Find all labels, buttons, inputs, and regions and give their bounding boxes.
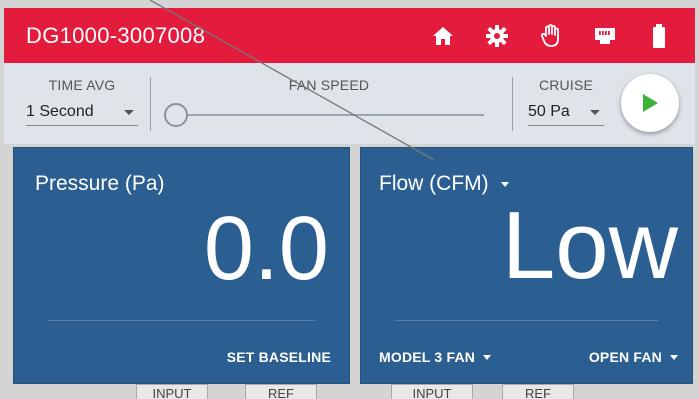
divider — [150, 77, 151, 131]
pressure-value: 0.0 — [203, 199, 329, 299]
fan-model-label: MODEL 3 FAN — [379, 349, 476, 365]
home-icon[interactable] — [431, 24, 455, 48]
cruise-label: CRUISE — [538, 77, 594, 93]
cruise-dropdown[interactable]: 50 Pa — [528, 103, 604, 126]
flow-value: Low — [501, 192, 678, 299]
gear-icon[interactable] — [485, 24, 509, 48]
pressure-panel: Pressure (Pa) 0.0 SET BASELINE — [13, 147, 350, 384]
ethernet-icon — [593, 24, 617, 48]
battery-icon — [647, 23, 671, 48]
tab-input-left[interactable]: INPUT — [136, 384, 208, 399]
header-icons — [431, 23, 671, 48]
chevron-down-icon — [483, 354, 492, 360]
fan-speed-label: FAN SPEED — [288, 77, 370, 93]
cruise-control: CRUISE 50 Pa — [528, 77, 604, 126]
time-avg-dropdown[interactable]: 1 Second — [26, 103, 138, 126]
set-baseline-button[interactable]: SET BASELINE — [227, 349, 331, 365]
chevron-down-icon — [590, 109, 600, 115]
pressure-title: Pressure (Pa) — [35, 172, 165, 196]
play-button[interactable] — [621, 74, 679, 132]
app-header: DG1000-3007008 — [4, 8, 695, 63]
fan-model-dropdown[interactable]: MODEL 3 FAN — [379, 349, 492, 365]
fan-speed-control: FAN SPEED — [164, 77, 494, 93]
slider-track — [178, 114, 484, 116]
chevron-down-icon — [670, 354, 678, 360]
flow-title-label: Flow (CFM) — [379, 172, 489, 195]
hand-icon[interactable] — [539, 23, 563, 48]
time-avg-control: TIME AVG 1 Second — [26, 77, 138, 126]
controls-bar: TIME AVG 1 Second FAN SPEED CRUISE 50 Pa — [4, 63, 695, 144]
chevron-down-icon — [500, 181, 509, 187]
tab-ref-left[interactable]: REF — [245, 384, 317, 399]
tab-input-right[interactable]: INPUT — [391, 384, 473, 399]
fan-speed-slider[interactable] — [164, 103, 484, 127]
flow-panel: Flow (CFM) Low MODEL 3 FAN OPEN FAN — [360, 147, 693, 384]
chevron-down-icon — [124, 109, 134, 115]
set-baseline-label: SET BASELINE — [226, 349, 331, 365]
time-avg-value: 1 Second — [26, 103, 94, 120]
fan-config-label: OPEN FAN — [588, 349, 662, 365]
slider-thumb[interactable] — [164, 103, 188, 127]
tab-ref-right[interactable]: REF — [502, 384, 574, 399]
play-icon — [643, 94, 658, 112]
panel-divider — [395, 320, 658, 321]
divider — [512, 77, 513, 131]
pressure-title-label: Pressure (Pa) — [35, 172, 165, 195]
time-avg-label: TIME AVG — [48, 77, 116, 93]
cruise-value: 50 Pa — [528, 103, 570, 120]
fan-config-dropdown[interactable]: OPEN FAN — [589, 349, 678, 365]
panel-divider — [48, 320, 315, 321]
device-id: DG1000-3007008 — [26, 22, 206, 48]
flow-title-dropdown[interactable]: Flow (CFM) — [379, 172, 509, 196]
